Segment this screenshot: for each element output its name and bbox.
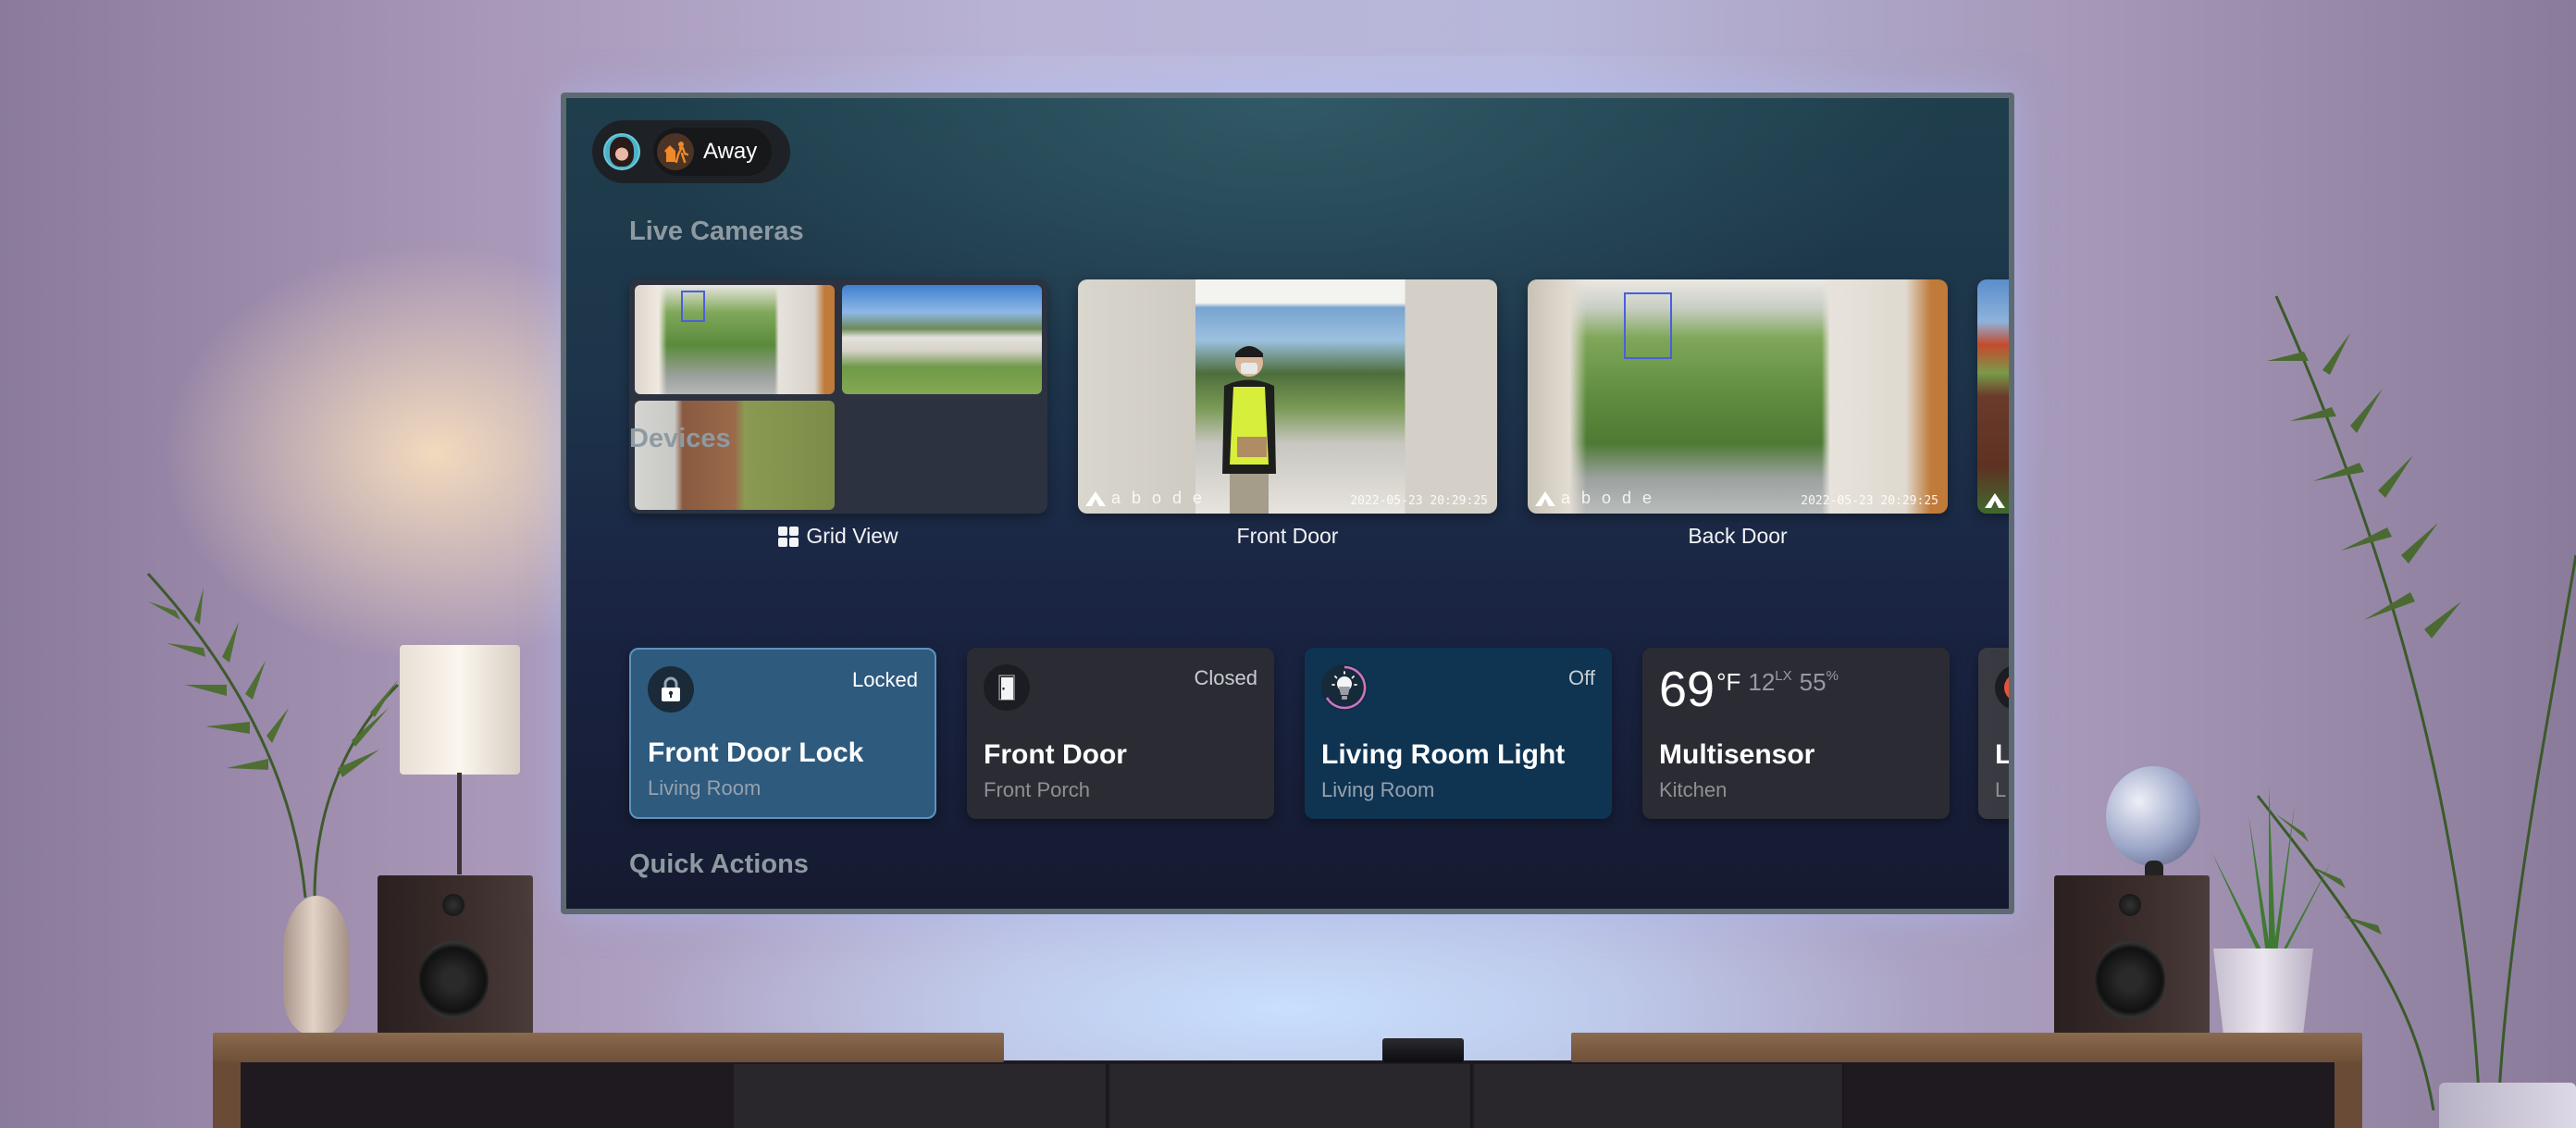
grid-camera-preview xyxy=(635,285,835,394)
camera-timestamp: 2022-05-23 20:29:25 xyxy=(1801,494,1938,508)
console-door xyxy=(1109,1064,1472,1128)
away-mode-icon xyxy=(657,133,694,170)
temperature-unit: °F xyxy=(1716,668,1741,696)
device-state: Locked xyxy=(852,668,918,691)
small-fern-plant xyxy=(2211,787,2332,962)
device-name: Multisensor xyxy=(1659,739,1815,770)
abode-watermark: abode xyxy=(1085,489,1213,508)
camera-label-front-door: Front Door xyxy=(1236,524,1339,548)
motion-detection-box xyxy=(1624,292,1672,359)
mode-pill: Away xyxy=(592,120,790,183)
device-tile-partial[interactable]: L L xyxy=(1978,648,2009,819)
vase xyxy=(283,896,350,1035)
camera-tile-grid-view[interactable] xyxy=(629,279,1047,514)
floor-plant-pot xyxy=(2439,1083,2576,1128)
console-door xyxy=(1474,1064,1844,1128)
console-shelf-right xyxy=(1571,1033,2362,1062)
plant-pot xyxy=(2213,948,2313,1034)
device-tile-living-room-light[interactable]: Off Living Room Light Living Room xyxy=(1305,648,1612,819)
device-room: Living Room xyxy=(1321,778,1435,801)
device-tile-multisensor[interactable]: 69 °F 12LX 55% Multisensor Kitchen xyxy=(1642,648,1950,819)
device-name: Front Door xyxy=(984,739,1127,770)
table-lamp-pole xyxy=(457,773,462,874)
left-speaker xyxy=(378,875,533,1035)
device-room: Front Porch xyxy=(984,778,1090,801)
table-lamp-shade xyxy=(400,645,520,775)
grid-icon xyxy=(778,526,799,547)
motion-detection-box xyxy=(681,291,705,322)
mode-label: Away xyxy=(703,139,758,164)
device-room: L xyxy=(1995,778,2007,801)
device-name: Front Door Lock xyxy=(648,738,864,768)
camera-tile-back-door[interactable]: abode 2022-05-23 20:29:25 xyxy=(1528,279,1948,514)
camera-subject xyxy=(1222,346,1276,514)
left-palm-plant xyxy=(146,572,400,899)
partial-device-icon xyxy=(1995,664,2009,711)
temperature-value: 69 xyxy=(1659,662,1715,717)
device-name: L xyxy=(1995,739,2009,770)
device-state: Closed xyxy=(1194,666,1257,689)
device-tile-front-door-lock[interactable]: Locked Front Door Lock Living Room xyxy=(629,648,936,819)
avatar[interactable] xyxy=(603,133,640,170)
sensor-readings: 69 °F 12LX 55% xyxy=(1659,664,1933,714)
device-state: Off xyxy=(1568,666,1595,689)
device-name: Living Room Light xyxy=(1321,739,1566,770)
mode-selector-button[interactable]: Away xyxy=(653,128,773,176)
camera-label-back-door: Back Door xyxy=(1688,524,1788,548)
abode-watermark: abode xyxy=(1535,489,1663,508)
camera-label-grid-view: Grid View xyxy=(629,524,1047,549)
grid-camera-preview xyxy=(635,401,835,510)
camera-tile-front-door[interactable]: abode 2022-05-23 20:29:25 xyxy=(1078,279,1497,514)
lock-icon xyxy=(648,666,694,713)
device-tile-front-door[interactable]: Closed Front Door Front Porch xyxy=(967,648,1274,819)
door-icon xyxy=(984,664,1030,711)
section-title-live-cameras: Live Cameras xyxy=(629,217,804,246)
camera-timestamp: 2022-05-23 20:29:25 xyxy=(1350,494,1488,508)
grid-camera-preview xyxy=(842,285,1042,394)
tv-screen: Away Live Cameras Grid View abode 2022-0… xyxy=(566,98,2009,909)
camera-tile-partial[interactable] xyxy=(1977,279,2009,514)
abode-watermark xyxy=(1985,493,2005,508)
console-shelf-left xyxy=(213,1033,1004,1062)
camera-label-text: Grid View xyxy=(806,524,898,548)
console-door xyxy=(734,1064,1108,1128)
device-room: Kitchen xyxy=(1659,778,1728,801)
lightbulb-icon xyxy=(1321,664,1368,711)
lux-reading: 12LX xyxy=(1748,668,1792,696)
section-title-quick-actions: Quick Actions xyxy=(629,849,809,879)
humidity-reading: 55% xyxy=(1799,668,1839,696)
avatar-image xyxy=(610,137,634,167)
section-title-devices: Devices xyxy=(629,424,731,453)
device-room: Living Room xyxy=(648,776,762,800)
streaming-box xyxy=(1382,1038,1464,1062)
